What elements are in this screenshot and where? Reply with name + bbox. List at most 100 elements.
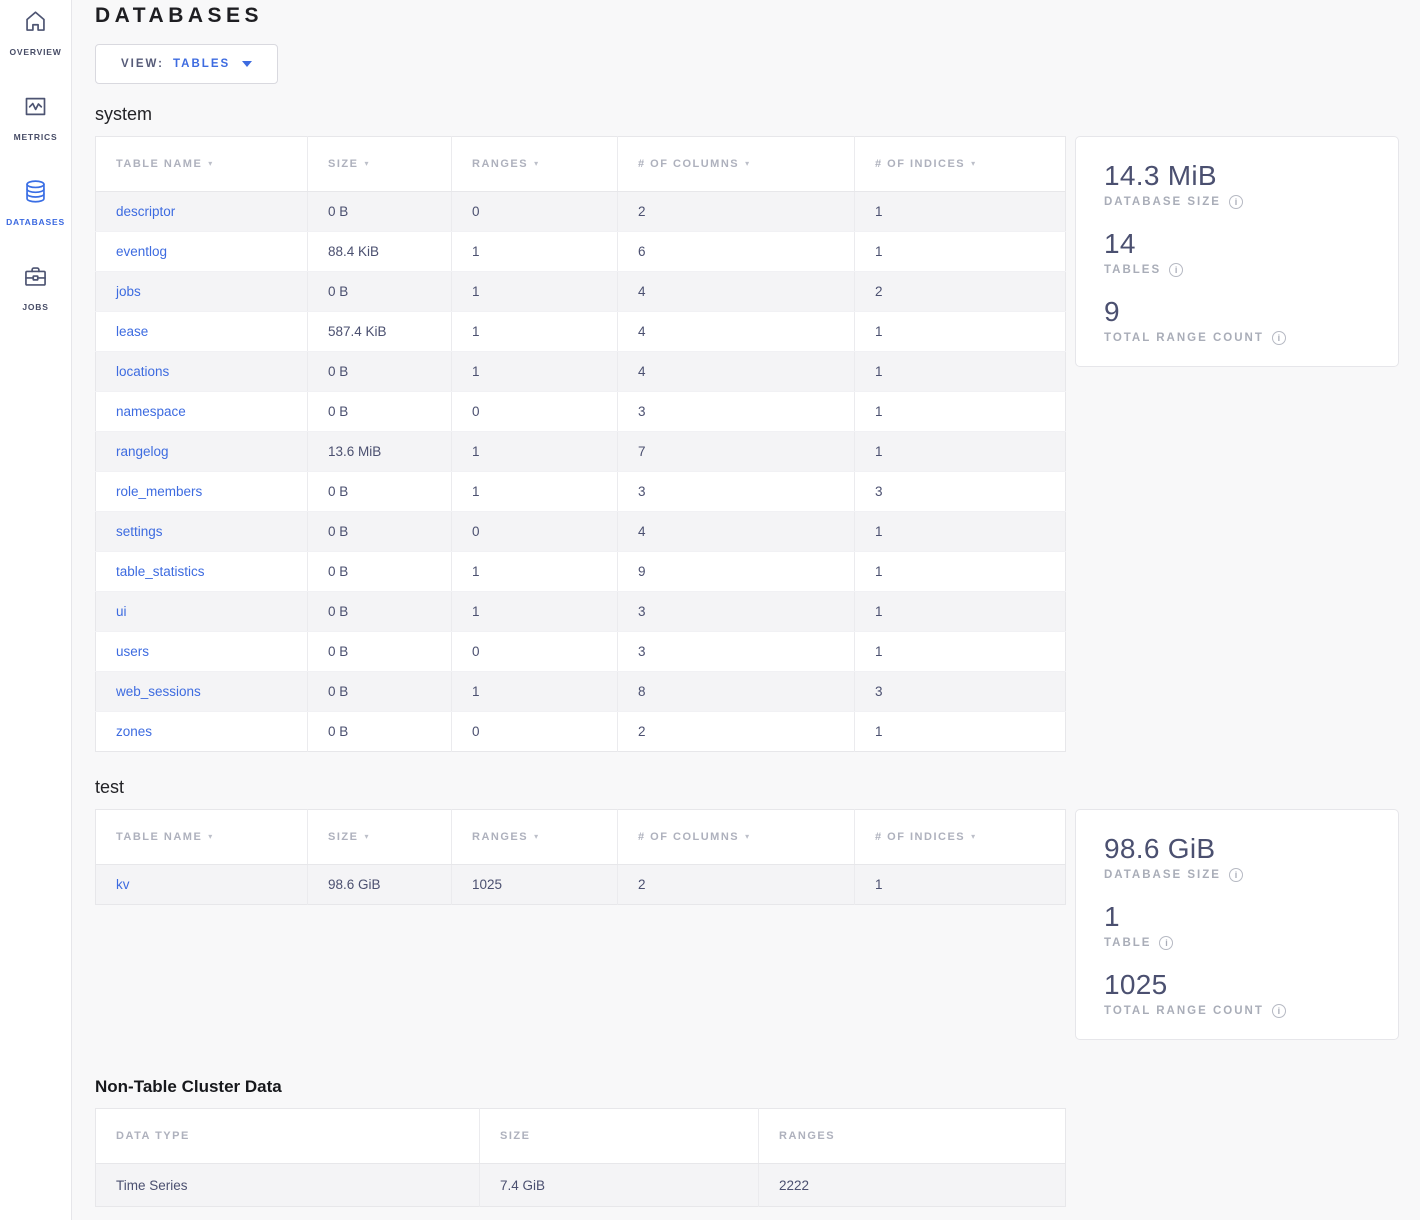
table-name-link[interactable]: eventlog (116, 244, 167, 259)
table-cell: zones (96, 712, 308, 752)
table-name-link[interactable]: locations (116, 364, 169, 379)
database-name-heading: system (95, 104, 1399, 125)
table-cell: 1 (452, 232, 618, 272)
summary-stat: 9 TOTAL RANGE COUNTi (1104, 294, 1370, 345)
table-cell: table_statistics (96, 552, 308, 592)
summary-stat: 1 TABLEi (1104, 899, 1370, 950)
column-header[interactable]: TABLE NAME ▾ (96, 810, 308, 865)
table-name-link[interactable]: ui (116, 604, 127, 619)
table-cell: 2 (855, 272, 1066, 312)
table-row: locations0 B141 (96, 352, 1066, 392)
table-name-link[interactable]: descriptor (116, 204, 175, 219)
table-cell: 13.6 MiB (308, 432, 452, 472)
sidebar-item-jobs[interactable]: JOBS (22, 263, 49, 312)
table-cell: 7 (618, 432, 855, 472)
view-dropdown-label: VIEW: (121, 58, 164, 70)
table-cell: 2 (618, 712, 855, 752)
table-name-link[interactable]: role_members (116, 484, 202, 499)
column-header-label: # OF COLUMNS (638, 158, 739, 170)
view-dropdown[interactable]: VIEW: TABLES (95, 44, 278, 84)
stat-label: TABLESi (1104, 263, 1370, 277)
view-dropdown-value: TABLES (173, 58, 230, 70)
table-cell: 1 (855, 552, 1066, 592)
stat-label: DATABASE SIZEi (1104, 195, 1370, 209)
table-name-link[interactable]: namespace (116, 404, 186, 419)
info-icon[interactable]: i (1272, 1004, 1286, 1018)
table-cell: 0 B (308, 272, 452, 312)
stat-label: TOTAL RANGE COUNTi (1104, 1004, 1370, 1018)
column-header[interactable]: # OF INDICES▾ (855, 810, 1066, 865)
column-header-label: SIZE (328, 158, 358, 170)
chevron-down-icon (242, 61, 252, 67)
column-header-label: # OF COLUMNS (638, 831, 739, 843)
metrics-chart-icon (22, 93, 49, 125)
table-cell: 1 (452, 272, 618, 312)
summary-stat: 14.3 MiB DATABASE SIZEi (1104, 158, 1370, 209)
sort-arrow-icon: ▾ (971, 159, 977, 168)
table-cell: 3 (618, 632, 855, 672)
column-header-label: DATA TYPE (116, 1130, 190, 1142)
column-header[interactable]: TABLE NAME▾ (96, 137, 308, 192)
column-header[interactable]: SIZE▾ (308, 137, 452, 192)
table-cell: 1 (855, 352, 1066, 392)
summary-stat: 1025 TOTAL RANGE COUNTi (1104, 967, 1370, 1018)
home-icon (22, 8, 49, 40)
info-icon[interactable]: i (1272, 331, 1286, 345)
sidebar-item-databases[interactable]: DATABASES (6, 178, 65, 227)
column-header-label: TABLE NAME (116, 831, 202, 843)
table-cell: 98.6 GiB (308, 865, 452, 905)
column-header[interactable]: RANGES▾ (452, 810, 618, 865)
table-cell: kv (96, 865, 308, 905)
table-row: zones0 B021 (96, 712, 1066, 752)
table-name-link[interactable]: jobs (116, 284, 141, 299)
table-cell: lease (96, 312, 308, 352)
column-header: DATA TYPE (96, 1109, 480, 1164)
table-cell: 0 (452, 632, 618, 672)
table-cell: jobs (96, 272, 308, 312)
table-name-link[interactable]: users (116, 644, 149, 659)
column-header[interactable]: # OF COLUMNS▾ (618, 810, 855, 865)
stat-value: 1025 (1104, 967, 1370, 1002)
sidebar-item-metrics[interactable]: METRICS (14, 93, 58, 142)
stat-label: DATABASE SIZEi (1104, 868, 1370, 882)
table-row: role_members0 B133 (96, 472, 1066, 512)
non-table-cluster-table: DATA TYPESIZERANGESTime Series7.4 GiB222… (95, 1108, 1066, 1207)
table-cell: 0 B (308, 552, 452, 592)
table-name-link[interactable]: kv (116, 877, 130, 892)
info-icon[interactable]: i (1159, 936, 1173, 950)
table-cell: ui (96, 592, 308, 632)
column-header-label: TABLE NAME (116, 158, 202, 170)
table-name-link[interactable]: settings (116, 524, 163, 539)
table-row: table_statistics0 B191 (96, 552, 1066, 592)
info-icon[interactable]: i (1169, 263, 1183, 277)
column-header[interactable]: RANGES▾ (452, 137, 618, 192)
table-cell: 2 (618, 192, 855, 232)
summary-stat: 14 TABLESi (1104, 226, 1370, 277)
table-name-link[interactable]: lease (116, 324, 148, 339)
table-cell: eventlog (96, 232, 308, 272)
table-cell: 2 (618, 865, 855, 905)
table-cell: 88.4 KiB (308, 232, 452, 272)
table-name-link[interactable]: rangelog (116, 444, 169, 459)
sort-arrow-icon: ▾ (208, 832, 214, 841)
table-cell: settings (96, 512, 308, 552)
column-header[interactable]: # OF COLUMNS▾ (618, 137, 855, 192)
table-name-link[interactable]: web_sessions (116, 684, 201, 699)
table-cell: 0 (452, 392, 618, 432)
column-header-label: RANGES (472, 831, 528, 843)
table-name-link[interactable]: table_statistics (116, 564, 205, 579)
sidebar-item-label: METRICS (14, 132, 58, 142)
table-cell: 1025 (452, 865, 618, 905)
sidebar-item-overview[interactable]: OVERVIEW (9, 8, 61, 57)
table-row: web_sessions0 B183 (96, 672, 1066, 712)
table-cell: 4 (618, 272, 855, 312)
info-icon[interactable]: i (1229, 195, 1243, 209)
table-cell: 7.4 GiB (480, 1164, 759, 1207)
table-cell: 1 (452, 432, 618, 472)
column-header[interactable]: SIZE▾ (308, 810, 452, 865)
column-header[interactable]: # OF INDICES▾ (855, 137, 1066, 192)
table-cell: 0 B (308, 472, 452, 512)
column-header: RANGES (759, 1109, 1066, 1164)
info-icon[interactable]: i (1229, 868, 1243, 882)
table-name-link[interactable]: zones (116, 724, 152, 739)
